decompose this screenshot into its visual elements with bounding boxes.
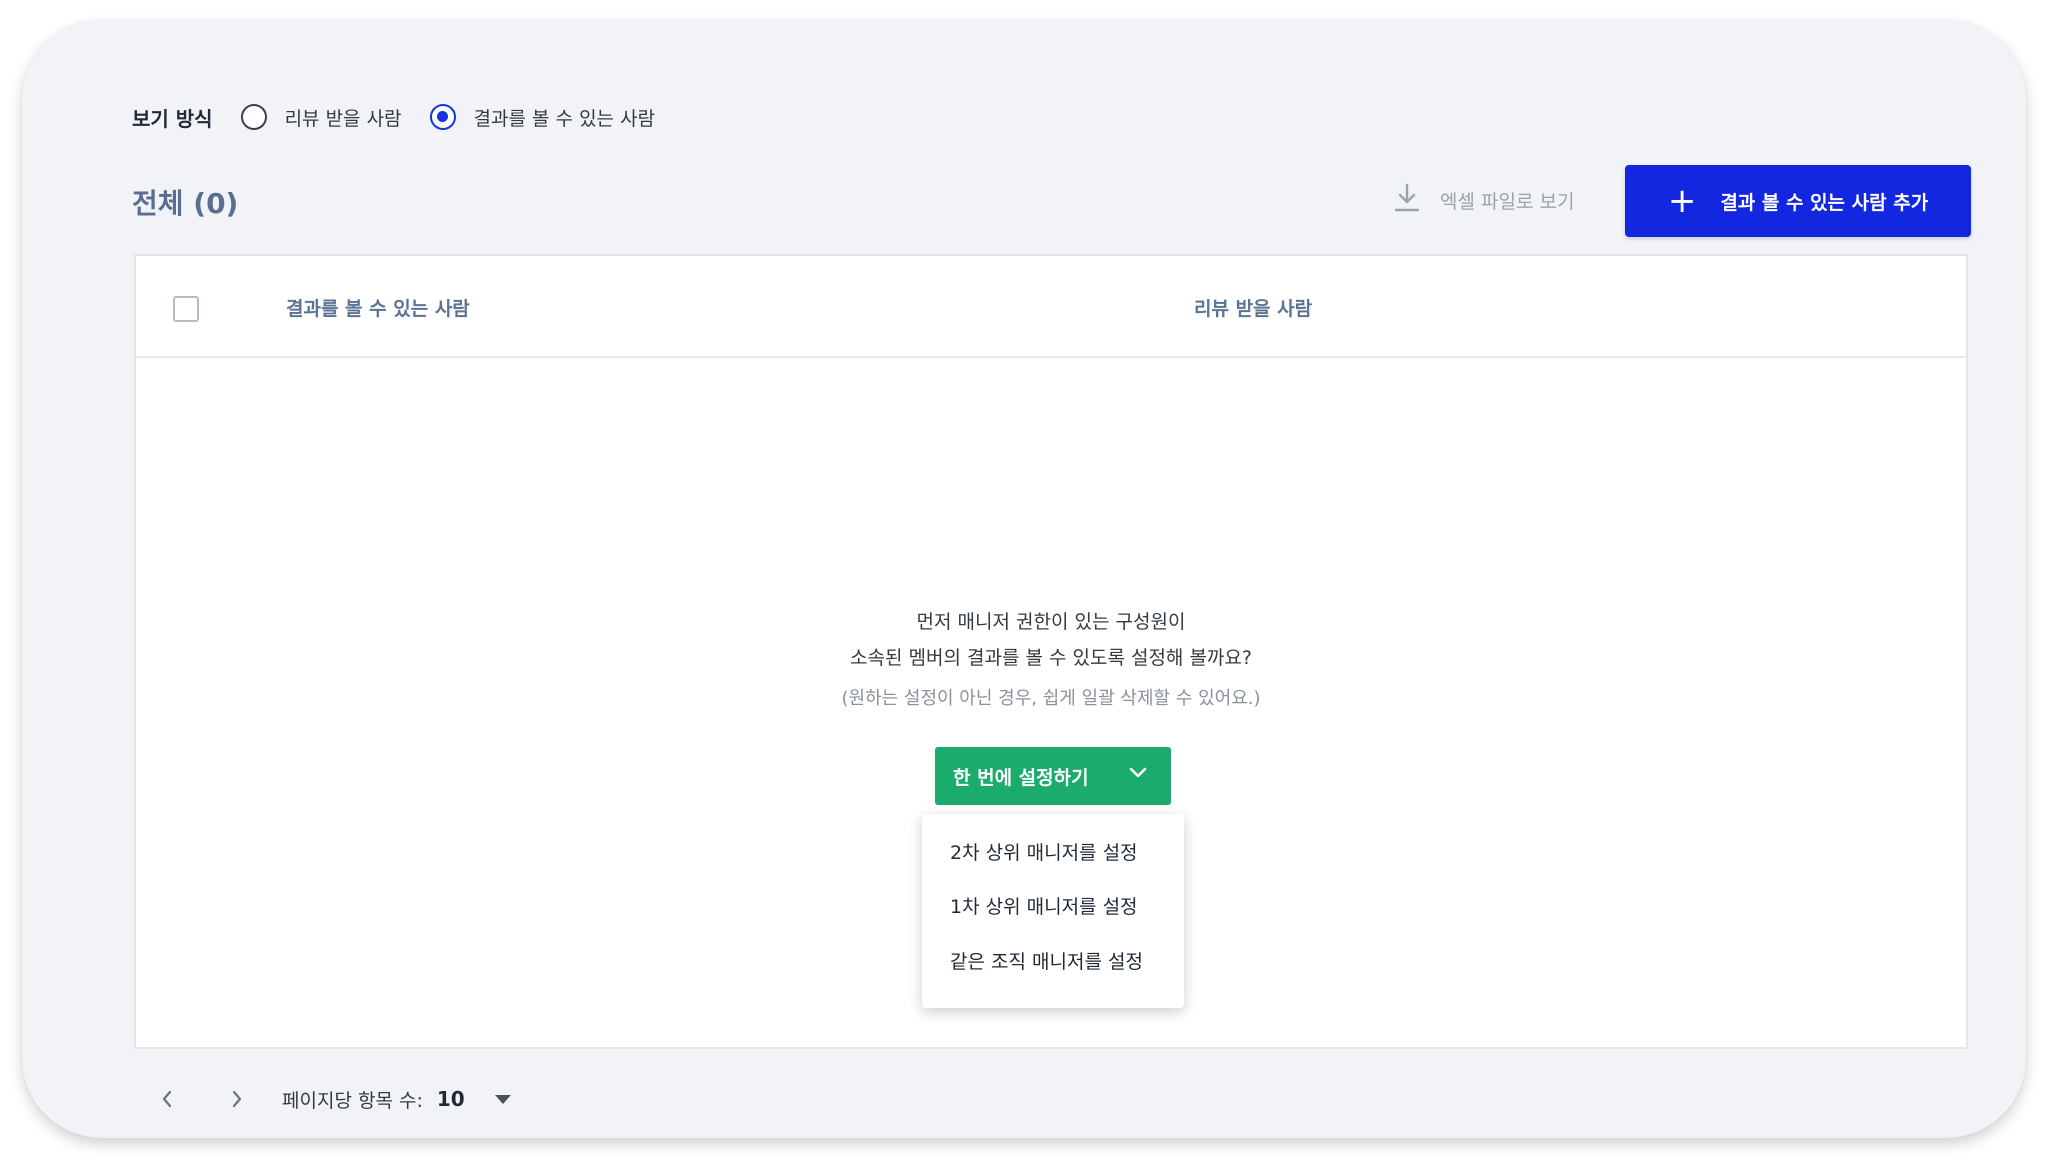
chevron-left-icon [162,1090,172,1108]
add-viewer-label: 결과 볼 수 있는 사람 추가 [1720,191,1929,214]
empty-state: 먼저 매니저 권한이 있는 구성원이 소속된 멤버의 결과를 볼 수 있도록 설… [136,604,1966,710]
select-all-checkbox[interactable] [173,296,199,322]
view-mode-selector: 보기 방식 리뷰 받을 사람 결과를 볼 수 있는 사람 [132,100,683,134]
per-page-label: 페이지당 항목 수: [282,1089,423,1112]
radio-label-viewer: 결과를 볼 수 있는 사람 [473,107,656,130]
bulk-setup-label: 한 번에 설정하기 [953,766,1089,789]
menu-item-2nd-manager[interactable]: 2차 상위 매니저를 설정 [950,838,1138,865]
viewer-table: 결과를 볼 수 있는 사람 리뷰 받을 사람 먼저 매니저 권한이 있는 구성원… [134,254,1968,1049]
menu-item-same-org-manager[interactable]: 같은 조직 매니저를 설정 [950,947,1143,974]
menu-item-1st-manager[interactable]: 1차 상위 매니저를 설정 [950,892,1138,919]
radio-button-viewer[interactable] [429,104,456,130]
per-page-dropdown[interactable] [493,1093,513,1105]
empty-state-line-1: 먼저 매니저 권한이 있는 구성원이 [916,611,1186,633]
table-header: 결과를 볼 수 있는 사람 리뷰 받을 사람 [136,256,1966,358]
chevron-right-icon [232,1090,242,1108]
empty-state-line-2: 소속된 멤버의 결과를 볼 수 있도록 설정해 볼까요? [850,647,1252,669]
column-header-reviewee[interactable]: 리뷰 받을 사람 [1194,294,1312,321]
bulk-setup-button[interactable]: 한 번에 설정하기 [935,747,1171,805]
empty-state-note: (원하는 설정이 아닌 경우, 쉽게 일괄 삭제할 수 있어요.) [841,688,1261,709]
per-page-value[interactable]: 10 [437,1087,465,1111]
excel-export-button[interactable]: 엑셀 파일로 보기 [1394,180,1574,220]
plus-icon: + [1667,181,1697,221]
excel-export-label: 엑셀 파일로 보기 [1440,190,1575,213]
download-icon [1394,183,1440,217]
caret-down-icon [494,1095,511,1104]
radio-option-reviewee[interactable]: 리뷰 받을 사람 [240,104,402,131]
chevron-down-icon [1129,767,1147,778]
content-card: 보기 방식 리뷰 받을 사람 결과를 볼 수 있는 사람 전체 (0) 엑셀 파… [22,20,2026,1138]
next-page-button[interactable] [222,1084,252,1114]
radio-option-viewer[interactable]: 결과를 볼 수 있는 사람 [429,104,656,131]
pagination: 페이지당 항목 수: 10 [152,1082,513,1116]
column-header-viewer[interactable]: 결과를 볼 수 있는 사람 [286,294,470,321]
total-count: 전체 (0) [132,187,239,220]
bulk-setup-menu: 2차 상위 매니저를 설정 1차 상위 매니저를 설정 같은 조직 매니저를 설… [922,814,1184,1008]
radio-button-reviewee[interactable] [240,104,267,130]
radio-label-reviewee: 리뷰 받을 사람 [284,107,402,130]
prev-page-button[interactable] [152,1084,182,1114]
view-mode-label: 보기 방식 [132,106,213,131]
add-viewer-button[interactable]: + 결과 볼 수 있는 사람 추가 [1625,165,1971,237]
